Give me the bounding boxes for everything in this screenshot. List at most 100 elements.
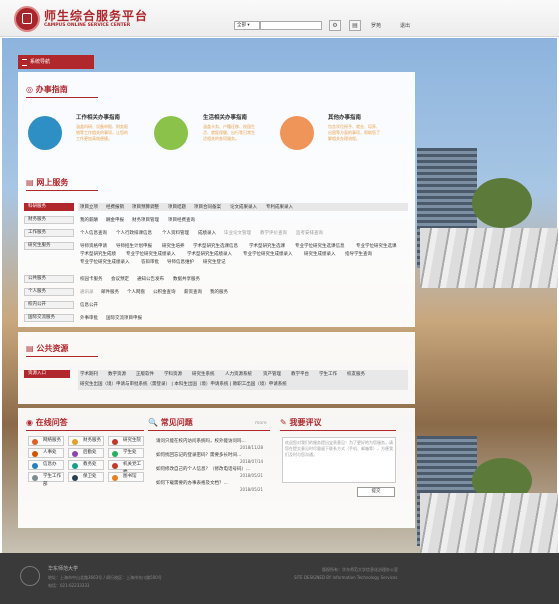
tab-international[interactable]: 国际交流服务: [24, 314, 74, 322]
service-link[interactable]: 会议预定: [111, 276, 129, 282]
service-link[interactable]: 数据共享服务: [173, 276, 200, 282]
resource-link[interactable]: 学科资源: [164, 371, 182, 377]
resource-link[interactable]: 资产管理: [263, 371, 281, 377]
service-link[interactable]: 导师信息维护: [167, 259, 194, 265]
resource-entry-label[interactable]: 资源入口: [24, 370, 70, 378]
qa-button[interactable]: 教务处: [68, 460, 104, 470]
faq-more-link[interactable]: more: [255, 421, 267, 426]
tab-personal[interactable]: 个人服务: [24, 288, 74, 296]
service-link[interactable]: 专业学位研究生成绩录入: [243, 251, 293, 257]
service-link[interactable]: 个人网盘: [127, 289, 145, 295]
qa-button[interactable]: 研究生院: [108, 436, 144, 446]
faq-question[interactable]: 如何下载需要的办事表格及文档？...: [156, 480, 228, 486]
service-link[interactable]: 个人行政排课信息: [116, 230, 152, 236]
resource-link[interactable]: 人力资源系统: [225, 371, 252, 377]
tab-graduate[interactable]: 研究生服务: [24, 242, 74, 250]
search-input[interactable]: [260, 21, 322, 30]
guide-work-title[interactable]: 工作相关办事指南: [76, 113, 120, 121]
resource-link[interactable]: 正版软件: [136, 371, 154, 377]
user-link[interactable]: 罗苑: [371, 22, 381, 29]
service-link[interactable]: 项目立项: [80, 204, 98, 210]
search-scope-select[interactable]: 全部 ▾: [234, 21, 260, 30]
service-link[interactable]: 研究生登记: [203, 259, 226, 265]
service-link[interactable]: 经费报销: [106, 204, 124, 210]
service-link[interactable]: 论文成果录入: [230, 204, 257, 210]
service-link[interactable]: 通讯录: [80, 289, 94, 295]
resource-link[interactable]: 学术期刊: [80, 371, 98, 377]
system-nav-button[interactable]: 系统导航: [18, 55, 94, 69]
faq-question[interactable]: 如何修改自己的个人信息？（修改电话号码）...: [156, 466, 250, 472]
service-link[interactable]: 项目预算调整: [132, 204, 159, 210]
service-link[interactable]: 项目合同备案: [194, 204, 221, 210]
service-link[interactable]: 我的薪酬: [80, 217, 98, 223]
qa-button[interactable]: 后勤处: [68, 448, 104, 458]
service-link[interactable]: 信息公开: [80, 302, 98, 308]
service-link[interactable]: 酬金申报: [106, 217, 124, 223]
service-link[interactable]: 答辩审批: [141, 259, 159, 265]
service-link[interactable]: 导师资格申请: [80, 243, 107, 249]
qa-button[interactable]: 人事处: [28, 448, 64, 458]
logout-link[interactable]: 退出: [400, 22, 410, 29]
message-icon[interactable]: ▤: [349, 20, 361, 31]
review-textarea[interactable]: 欢迎您对我们的服务提出宝贵意见！为了更好地为您服务，请您在提交意见时尽量留下联系…: [282, 437, 396, 483]
faq-question[interactable]: 请问只能在校内访问系统吗，校外能访问吗...: [156, 438, 246, 444]
service-link[interactable]: 指导学生查询: [345, 251, 372, 257]
service-link[interactable]: 学术型研究生选课信息: [193, 243, 238, 249]
university-logo[interactable]: [14, 6, 40, 32]
tab-work[interactable]: 工作服务: [24, 229, 74, 237]
service-link[interactable]: 薪资查询: [184, 289, 202, 295]
qa-button[interactable]: 保卫处: [68, 472, 104, 482]
service-link[interactable]: 个人信息查询: [80, 230, 107, 236]
service-link[interactable]: 邮件服务: [101, 289, 119, 295]
service-link[interactable]: 校园卡服务: [80, 276, 103, 282]
qa-button[interactable]: 机关党工委: [108, 460, 144, 475]
puzzle-icon[interactable]: [280, 116, 314, 150]
service-link[interactable]: 研究生成绩录入: [304, 251, 336, 257]
search-icon[interactable]: ⚙: [329, 20, 341, 31]
service-link[interactable]: 专利成果录入: [266, 204, 293, 210]
submit-button[interactable]: 提交: [357, 487, 395, 497]
service-link[interactable]: 我的服务: [210, 289, 228, 295]
service-link[interactable]: 国际交流项目申报: [106, 315, 142, 321]
service-link[interactable]: 通知公告发布: [137, 276, 164, 282]
resource-link[interactable]: 学生工作: [319, 371, 337, 377]
service-link[interactable]: 专业学位研究生成绩录入: [80, 259, 130, 265]
service-link[interactable]: 毕业论文管理: [224, 230, 251, 236]
resource-link[interactable]: 教学平台: [291, 371, 309, 377]
globe-icon[interactable]: [28, 116, 62, 150]
service-link[interactable]: 专业学位研究生选课: [356, 243, 397, 249]
service-link[interactable]: 项目经费查询: [168, 217, 195, 223]
qa-button[interactable]: 财务服务: [68, 436, 104, 446]
qa-button[interactable]: 网络服务: [28, 436, 64, 446]
service-link[interactable]: 公积金查询: [153, 289, 176, 295]
resource-line-2[interactable]: 研究生出国（境）申请与审批系统（需登录） | 本科生出国（境）申请系统 | 教职…: [80, 381, 287, 387]
resource-link[interactable]: 校友服务: [347, 371, 365, 377]
tab-public[interactable]: 公共服务: [24, 275, 74, 283]
qa-button[interactable]: 图书馆: [108, 472, 144, 482]
qa-button[interactable]: 信息办: [28, 460, 64, 470]
service-link[interactable]: 专业学位研究生选课信息: [295, 243, 345, 249]
service-link[interactable]: 研究生培养: [162, 243, 185, 249]
tab-finance[interactable]: 财务服务: [24, 216, 74, 224]
guide-other-title[interactable]: 其他办事指南: [328, 113, 361, 121]
service-link[interactable]: 导师招生计划申报: [116, 243, 152, 249]
service-link[interactable]: 财务项目管理: [132, 217, 159, 223]
resource-link[interactable]: 研究生系统: [192, 371, 215, 377]
service-link[interactable]: 外事审批: [80, 315, 98, 321]
service-link[interactable]: 学术型研究生成绩录入: [187, 251, 232, 257]
faq-question[interactable]: 如何找回忘记的登录密码？需要多长时间...: [156, 452, 241, 458]
service-link[interactable]: 教学评价查询: [260, 230, 287, 236]
cup-icon[interactable]: [154, 116, 188, 150]
service-link[interactable]: 项目结题: [168, 204, 186, 210]
qa-button[interactable]: 学生工作部: [28, 472, 64, 487]
service-link[interactable]: 学术型研究生成绩: [80, 251, 116, 257]
tab-disclosure[interactable]: 校内公开: [24, 301, 74, 309]
tab-research[interactable]: 科研服务: [24, 203, 74, 211]
guide-life-title[interactable]: 生活相关办事指南: [203, 113, 247, 121]
service-link[interactable]: 专业学位研究生成绩录入: [126, 251, 176, 257]
service-link[interactable]: 学术型研究生选课: [249, 243, 285, 249]
resource-link[interactable]: 数字资源: [108, 371, 126, 377]
service-link[interactable]: 监考安排查询: [296, 230, 323, 236]
qa-button[interactable]: 学生处: [108, 448, 144, 458]
service-link[interactable]: 个人资料管理: [162, 230, 189, 236]
